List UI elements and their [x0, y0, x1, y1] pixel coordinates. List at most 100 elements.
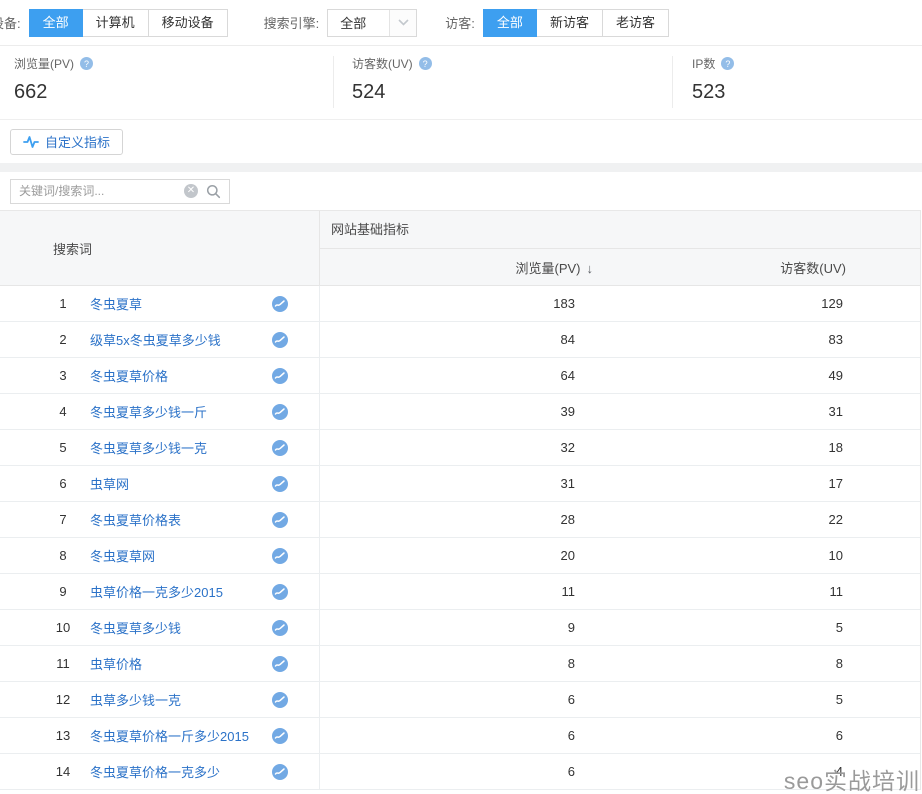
- row-pv: 11: [320, 584, 640, 599]
- keyword-link[interactable]: 虫草多少钱一克: [90, 690, 181, 709]
- device-option-all[interactable]: 全部: [29, 9, 83, 37]
- keyword-link[interactable]: 冬虫夏草: [90, 294, 142, 313]
- visitor-option-all[interactable]: 全部: [483, 9, 537, 37]
- table-row: 12 虫草多少钱一克 6 5: [0, 682, 920, 718]
- chevron-down-icon: [389, 10, 416, 36]
- row-keyword: 虫草价格一克多少2015: [90, 582, 319, 601]
- trend-chart-icon[interactable]: [272, 548, 288, 564]
- sub-header-row: 浏览量(PV)↓ 访客数(UV): [320, 249, 920, 285]
- keyword-link[interactable]: 冬虫夏草网: [90, 546, 155, 565]
- row-rank: 2: [36, 332, 90, 347]
- trend-chart-icon[interactable]: [272, 476, 288, 492]
- keyword-link[interactable]: 冬虫夏草多少钱: [90, 618, 181, 637]
- row-keyword-cell: 12 虫草多少钱一克: [0, 682, 320, 717]
- device-option-computer[interactable]: 计算机: [82, 9, 149, 37]
- custom-metrics-button[interactable]: 自定义指标: [10, 129, 123, 155]
- row-pv: 32: [320, 440, 640, 455]
- row-rank: 13: [36, 728, 90, 743]
- column-header-pv[interactable]: 浏览量(PV)↓: [320, 258, 640, 277]
- table-row: 7 冬虫夏草价格表 28 22: [0, 502, 920, 538]
- pulse-icon: [23, 134, 39, 150]
- keyword-link[interactable]: 冬虫夏草价格: [90, 366, 168, 385]
- table-row: 6 虫草网 31 17: [0, 466, 920, 502]
- row-rank: 5: [36, 440, 90, 455]
- row-pv: 6: [320, 764, 640, 779]
- table-row: 14 冬虫夏草价格一克多少 6 4: [0, 754, 920, 790]
- row-keyword-cell: 14 冬虫夏草价格一克多少: [0, 754, 320, 789]
- keyword-link[interactable]: 冬虫夏草价格一斤多少2015: [90, 726, 249, 745]
- device-filter-label: 设备:: [0, 13, 21, 32]
- row-keyword-cell: 10 冬虫夏草多少钱: [0, 610, 320, 645]
- trend-chart-icon[interactable]: [272, 692, 288, 708]
- row-keyword-cell: 7 冬虫夏草价格表: [0, 502, 320, 537]
- search-icon[interactable]: [206, 184, 221, 199]
- row-keyword: 冬虫夏草价格表: [90, 510, 319, 529]
- row-rank: 1: [36, 296, 90, 311]
- keyword-link[interactable]: 冬虫夏草多少钱一克: [90, 438, 207, 457]
- trend-chart-icon[interactable]: [272, 404, 288, 420]
- help-icon[interactable]: ?: [419, 57, 432, 70]
- column-header-uv[interactable]: 访客数(UV): [640, 258, 920, 277]
- row-rank: 6: [36, 476, 90, 491]
- row-uv: 129: [640, 296, 920, 311]
- help-icon[interactable]: ?: [80, 57, 93, 70]
- table-row: 5 冬虫夏草多少钱一克 32 18: [0, 430, 920, 466]
- trend-chart-icon[interactable]: [272, 512, 288, 528]
- row-rank: 14: [36, 764, 90, 779]
- sort-desc-icon: ↓: [587, 261, 594, 276]
- keyword-link[interactable]: 虫草价格: [90, 654, 142, 673]
- row-keyword-cell: 3 冬虫夏草价格: [0, 358, 320, 393]
- visitor-option-new[interactable]: 新访客: [536, 9, 603, 37]
- trend-chart-icon[interactable]: [272, 728, 288, 744]
- row-keyword: 级草5x冬虫夏草多少钱: [90, 330, 319, 349]
- toolbar: 自定义指标: [0, 120, 922, 163]
- keyword-link[interactable]: 级草5x冬虫夏草多少钱: [90, 330, 221, 349]
- row-keyword: 冬虫夏草价格一斤多少2015: [90, 726, 319, 745]
- visitor-option-returning[interactable]: 老访客: [602, 9, 669, 37]
- row-keyword: 虫草价格: [90, 654, 319, 673]
- row-keyword: 冬虫夏草多少钱一克: [90, 438, 319, 457]
- row-rank: 7: [36, 512, 90, 527]
- row-keyword: 冬虫夏草多少钱一斤: [90, 402, 319, 421]
- trend-chart-icon[interactable]: [272, 332, 288, 348]
- keyword-link[interactable]: 冬虫夏草多少钱一斤: [90, 402, 207, 421]
- row-uv: 4: [640, 764, 920, 779]
- keyword-link[interactable]: 冬虫夏草价格表: [90, 510, 181, 529]
- keyword-link[interactable]: 虫草网: [90, 474, 129, 493]
- trend-chart-icon[interactable]: [272, 764, 288, 780]
- row-uv: 8: [640, 656, 920, 671]
- row-keyword-cell: 5 冬虫夏草多少钱一克: [0, 430, 320, 465]
- row-rank: 12: [36, 692, 90, 707]
- row-keyword: 冬虫夏草网: [90, 546, 319, 565]
- table-row: 13 冬虫夏草价格一斤多少2015 6 6: [0, 718, 920, 754]
- keyword-link[interactable]: 冬虫夏草价格一克多少: [90, 762, 220, 781]
- trend-chart-icon[interactable]: [272, 440, 288, 456]
- trend-chart-icon[interactable]: [272, 620, 288, 636]
- device-filter-group: 全部 计算机 移动设备: [29, 9, 228, 37]
- row-keyword-cell: 9 虫草价格一克多少2015: [0, 574, 320, 609]
- row-rank: 10: [36, 620, 90, 635]
- row-uv: 18: [640, 440, 920, 455]
- row-pv: 39: [320, 404, 640, 419]
- metric-ip: IP数 ? 523: [692, 55, 734, 104]
- row-keyword: 虫草网: [90, 474, 319, 493]
- table-header: 搜索词 网站基础指标 浏览量(PV)↓ 访客数(UV): [0, 211, 920, 286]
- row-rank: 8: [36, 548, 90, 563]
- row-pv: 6: [320, 692, 640, 707]
- search-engine-select[interactable]: 全部: [327, 9, 417, 37]
- clear-input-icon[interactable]: ✕: [184, 184, 198, 198]
- help-icon[interactable]: ?: [721, 57, 734, 70]
- trend-chart-icon[interactable]: [272, 296, 288, 312]
- keyword-search-input[interactable]: [11, 184, 184, 198]
- row-keyword: 冬虫夏草价格一克多少: [90, 762, 319, 781]
- metrics-summary: 浏览量(PV) ? 662 访客数(UV) ? 524 IP数 ? 523: [0, 46, 922, 120]
- trend-chart-icon[interactable]: [272, 368, 288, 384]
- trend-chart-icon[interactable]: [272, 584, 288, 600]
- trend-chart-icon[interactable]: [272, 656, 288, 672]
- metric-uv-label: 访客数(UV): [352, 55, 413, 72]
- device-option-mobile[interactable]: 移动设备: [148, 9, 228, 37]
- keyword-link[interactable]: 虫草价格一克多少2015: [90, 582, 223, 601]
- search-row: ✕: [0, 172, 922, 210]
- keyword-search-box: ✕: [10, 179, 230, 204]
- row-pv: 183: [320, 296, 640, 311]
